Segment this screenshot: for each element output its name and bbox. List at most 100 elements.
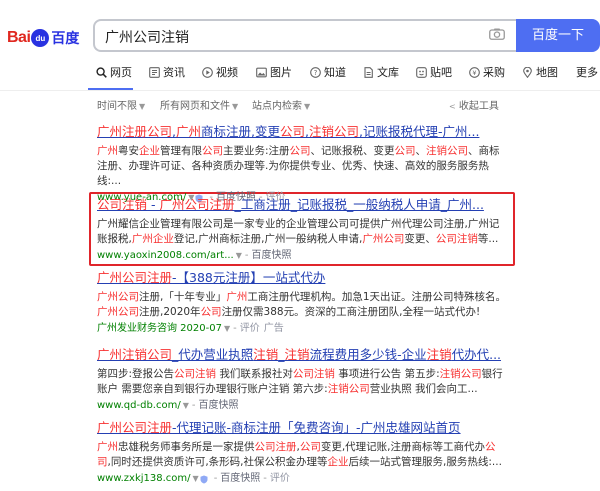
result-title[interactable]: 广州公司注册-代理记账-商标注册「免费咨询」-广州忠雄网站首页 (97, 420, 507, 436)
result-url[interactable]: www.zxkj138.com/ (97, 472, 191, 486)
keyword-highlight: 注销 (284, 347, 310, 362)
snapshot-link[interactable]: 百度快照 (198, 399, 238, 413)
result-description: 广州忠雄税务师事务所是一家提供公司注册,公司变更,代理记账,注册商标等工商代办公… (97, 440, 507, 470)
logo-text: Bai (7, 29, 31, 46)
tab-more[interactable]: 更多 (576, 64, 598, 80)
text-segment: 注册,2020年 (139, 306, 201, 318)
text-segment: _代办营业执照 (172, 347, 254, 362)
keyword-highlight: 公司 (289, 145, 311, 157)
keyword-highlight: 广州 (176, 124, 202, 139)
result-source[interactable]: 广州发业财务咨询 2020-07 (97, 322, 222, 336)
purchase-icon: ¥ (469, 66, 480, 78)
tab-tieba[interactable]: 贴吧 (416, 64, 452, 80)
keyword-highlight: 注销公司 (327, 383, 370, 395)
eval-link[interactable]: 评价 (270, 472, 290, 486)
tabs-divider (0, 90, 600, 91)
result-description: 广州公司注册,「十年专业」广州工商注册代理机构。加急1天出证。注册公司特殊核名。… (97, 290, 507, 320)
result-title[interactable]: 广州注册公司,广州商标注册,变更公司,注销公司,记账报税代理-广州... (97, 124, 507, 140)
tab-wenku[interactable]: 文库 (363, 64, 399, 80)
logo-paw-icon: du (31, 29, 50, 47)
search-tools: 时间不限 ▼ 所有网页和文件 ▼ 站点内检索 ▼ < 收起工具 (0, 97, 600, 112)
search-input[interactable]: 广州公司注销 (105, 27, 189, 47)
tab-video[interactable]: 视频 (202, 64, 238, 80)
tab-web[interactable]: 网页 (96, 64, 132, 80)
tab-news-label: 资讯 (163, 66, 185, 79)
result-description: 广州粤安企业管理有限公司主要业务:注册公司、记账报税、变更公司、注销公司、商标注… (97, 144, 507, 189)
tab-images-label: 图片 (270, 66, 292, 79)
text-segment: 注册仅需388元。资深的工商注册团队,全程一站式代办! (221, 306, 481, 318)
result-2: 公司注销 - 广州公司注册_工商注册_记账报税_一般纳税人申请_广州... 广州… (97, 197, 507, 263)
tab-zhidao-label: 知道 (324, 66, 346, 79)
text-segment: 管理有限 (160, 145, 202, 157)
text-segment: 第四步:登报公告 (97, 368, 175, 380)
keyword-highlight: 广州公司注册 (159, 197, 235, 212)
tab-zhidao[interactable]: ? 知道 (310, 64, 346, 80)
result-title[interactable]: 广州公司注册-【388元注册】一站式代办 (97, 270, 507, 286)
text-segment: 登记,广州商标注册,广州一般纳税人申请, (173, 233, 363, 245)
keyword-highlight: 企业 (327, 456, 349, 468)
snapshot-link[interactable]: 百度快照 (252, 249, 292, 263)
chevron-down-icon[interactable]: ▼ (236, 249, 242, 263)
keyword-highlight: 公司 (280, 124, 306, 139)
text-segment: 流程费用多少钱-企业 (309, 347, 427, 362)
result-description: 第四步:登报公告公司注销 我们联系报社对公司注销 事项进行公告 第五步:注销公司… (97, 367, 507, 397)
keyword-highlight: 广州注册公司 (97, 124, 173, 139)
tab-purchase[interactable]: ¥ 采购 (469, 64, 505, 80)
chevron-down-icon: ▼ (139, 102, 146, 111)
search-tabs: 网页 资讯 视频 图片 ? 知道 文库 贴吧 ¥ 采购 地图 更多 (0, 64, 600, 86)
eval-link[interactable]: 评价 (240, 322, 260, 336)
keyword-highlight: 公司注册 (254, 441, 297, 453)
filter-site[interactable]: 站点内检索 ▼ (252, 97, 310, 112)
tab-images[interactable]: 图片 (256, 64, 292, 80)
snapshot-link[interactable]: 百度快照 (220, 472, 260, 486)
search-box[interactable]: 广州公司注销 (93, 19, 516, 52)
tieba-icon (416, 66, 427, 78)
tab-web-label: 网页 (110, 66, 132, 79)
result-title[interactable]: 公司注销 - 广州公司注册_工商注册_记账报税_一般纳税人申请_广州... (97, 197, 507, 213)
keyword-highlight: 公司注销 (97, 197, 148, 212)
keyword-highlight: 公司注销 (174, 368, 217, 380)
chevron-down-icon[interactable]: ▼ (183, 399, 189, 413)
keyword-highlight: 注销公司 (309, 124, 360, 139)
result-url[interactable]: www.qd-db.com/ (97, 399, 181, 413)
keyword-highlight: 广州 (97, 441, 118, 453)
tab-news[interactable]: 资讯 (149, 64, 185, 80)
camera-icon[interactable] (489, 28, 505, 40)
keyword-highlight: 注销 (426, 347, 452, 362)
filter-files[interactable]: 所有网页和文件 ▼ (160, 97, 238, 112)
chevron-down-icon[interactable]: ▼ (193, 472, 199, 486)
ad-label: 广告 (263, 323, 284, 334)
filter-time[interactable]: 时间不限 ▼ (97, 97, 145, 112)
chevron-down-icon[interactable]: ▼ (224, 322, 230, 336)
result-3: 广州公司注册-【388元注册】一站式代办 广州公司注册,「十年专业」广州工商注册… (97, 270, 507, 336)
filter-site-label: 站点内检索 (252, 101, 302, 112)
text-segment: 注册,「十年专业」 (139, 291, 227, 303)
collapse-tools[interactable]: < 收起工具 (447, 97, 499, 112)
result-5: 广州公司注册-代理记账-商标注册「免费咨询」-广州忠雄网站首页 广州忠雄税务师事… (97, 420, 507, 486)
keyword-highlight: 广州公司 (97, 291, 139, 303)
chevron-down-icon: ▼ (304, 102, 311, 111)
question-icon: ? (310, 66, 321, 78)
text-segment: 粤安 (118, 145, 139, 157)
result-meta: www.zxkj138.com/▼ - 百度快照 - 评价 (97, 472, 290, 486)
result-title[interactable]: 广州注销公司_代办营业执照注销_注销流程费用多少钱-企业注销代办代... (97, 347, 507, 363)
text-segment: 后续一站式管理服务,服务热线:... (348, 456, 502, 468)
result-meta: 广州发业财务咨询 2020-07 ▼ - 评价 广告 (97, 322, 284, 336)
news-icon (149, 66, 160, 78)
keyword-highlight: 注销公司 (439, 368, 482, 380)
chevron-left-icon: < (449, 102, 456, 111)
baidu-logo[interactable]: Bai du 百度 (7, 27, 79, 49)
image-icon (256, 67, 267, 77)
text-segment: 、记账报税、变更 (310, 145, 395, 157)
filter-files-label: 所有网页和文件 (160, 101, 230, 112)
tab-map[interactable]: 地图 (522, 64, 558, 80)
map-icon (523, 66, 532, 78)
text-segment: - (147, 197, 160, 212)
tab-video-label: 视频 (216, 66, 238, 79)
text-segment: 忠雄税务师事务所是一家提供 (118, 441, 255, 453)
text-segment: 、 (415, 145, 427, 157)
result-url[interactable]: www.yaoxin2008.com/art... (97, 249, 234, 263)
keyword-highlight: 注销 (253, 347, 279, 362)
search-button[interactable]: 百度一下 (516, 19, 600, 52)
tab-more-label: 更多 (576, 66, 598, 79)
